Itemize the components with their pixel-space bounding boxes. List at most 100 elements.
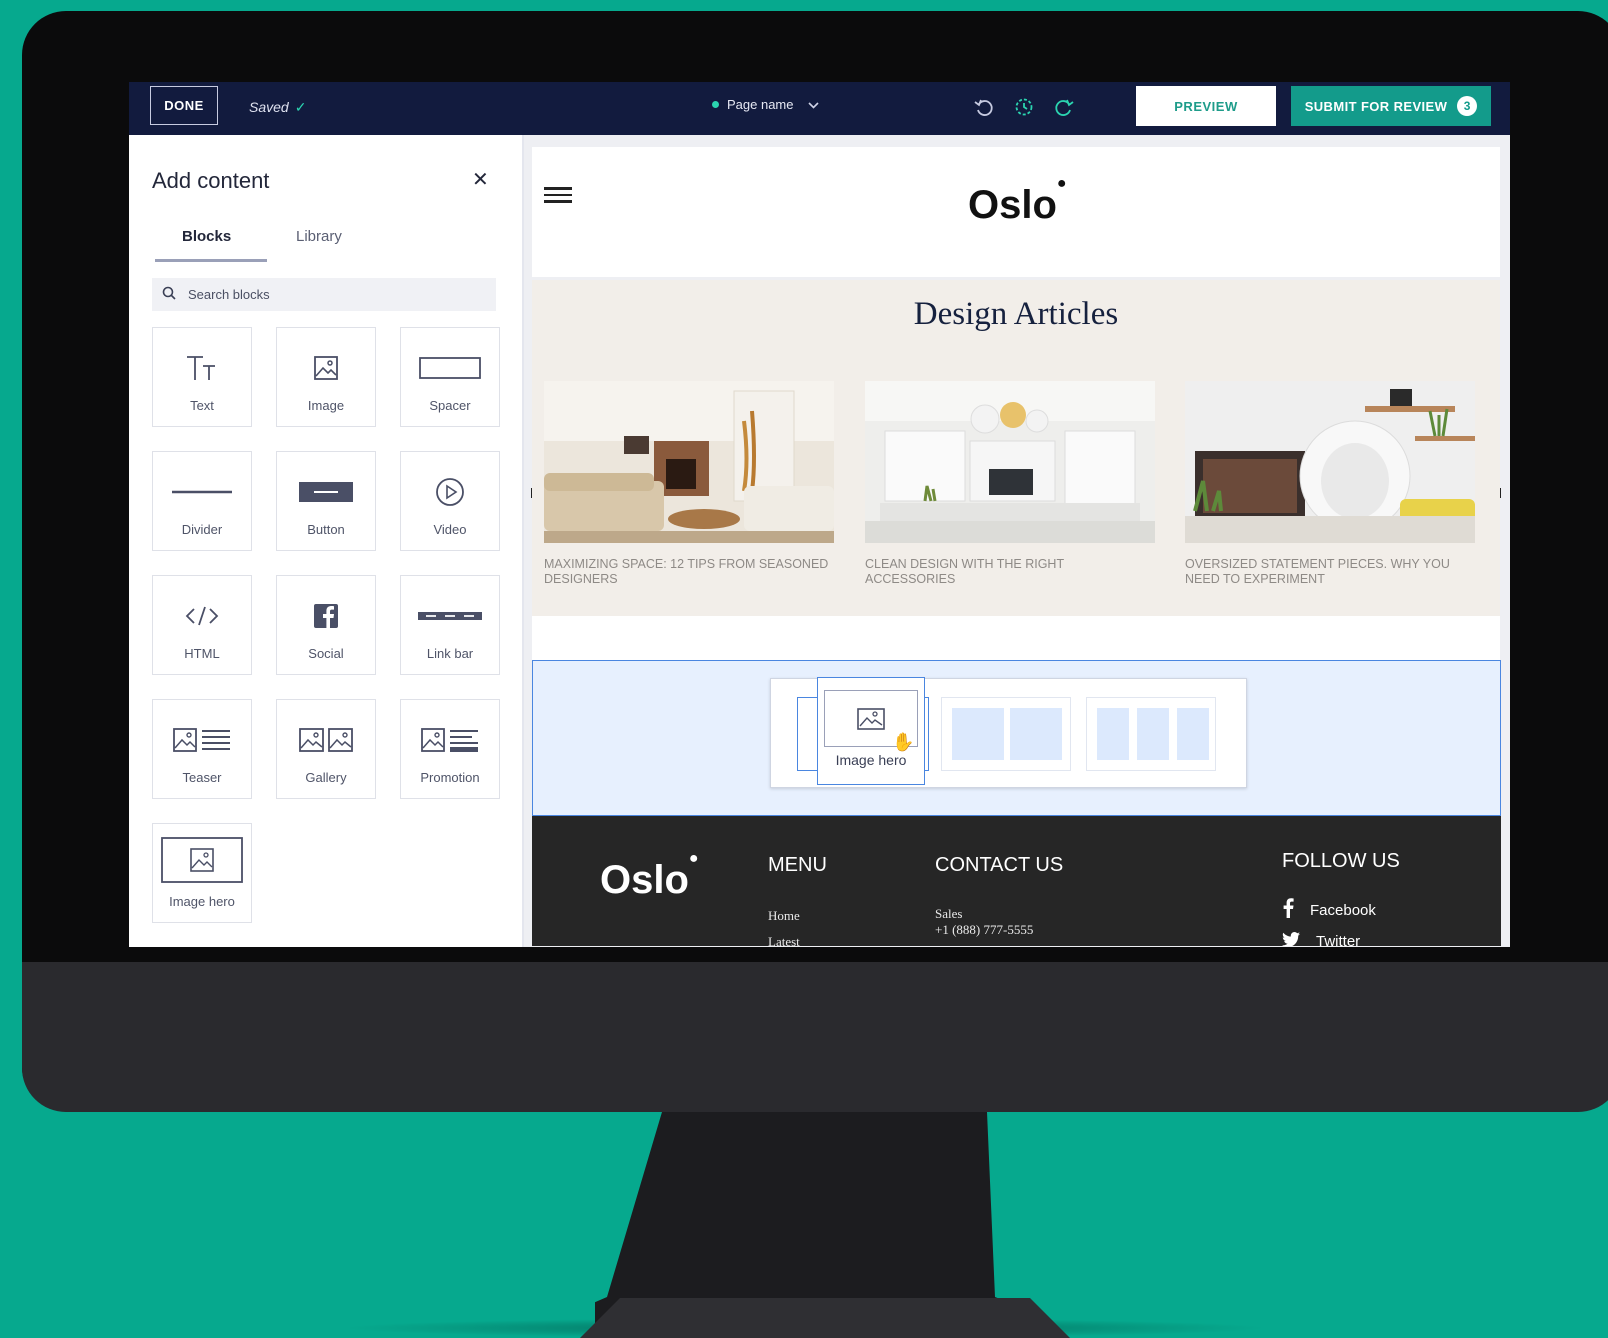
block-label: Image hero (169, 894, 235, 909)
block-tile-promotion[interactable]: Promotion (400, 699, 500, 799)
editor-toolbar: DONE Saved ✓ Page name PREVIEW SUBMIT FOR… (129, 82, 1510, 135)
divider-icon (153, 474, 251, 510)
image-hero-icon (153, 836, 251, 884)
block-tile-gallery[interactable]: Gallery (276, 699, 376, 799)
block-label: Teaser (182, 770, 222, 785)
footer-link-home[interactable]: Home (768, 908, 800, 924)
facebook-icon (1282, 898, 1294, 922)
footer-menu-title: MENU (768, 854, 827, 876)
search-bar (152, 278, 496, 311)
tab-library[interactable]: Library (296, 228, 342, 245)
promotion-icon (401, 722, 499, 758)
status-dot-icon (712, 101, 719, 108)
spacer-section (532, 616, 1500, 660)
articles-title: Design Articles (913, 296, 1119, 332)
footer-social-facebook[interactable]: Facebook (1282, 898, 1376, 922)
redo-icon[interactable] (1051, 94, 1077, 120)
check-icon: ✓ (294, 99, 307, 115)
code-icon (153, 598, 251, 634)
spacer-icon (401, 350, 499, 386)
block-tile-social[interactable]: Social (276, 575, 376, 675)
block-label: Divider (181, 522, 223, 537)
social-label: Twitter (1316, 933, 1361, 946)
drop-zone[interactable]: Image hero ✋ (532, 660, 1501, 816)
grab-cursor-icon: ✋ (892, 732, 915, 752)
footer-contact-label: Sales (935, 906, 963, 921)
layout-option-three-column[interactable] (1086, 697, 1216, 771)
active-tab-indicator (155, 259, 267, 262)
done-button[interactable]: DONE (150, 86, 218, 125)
search-icon (162, 286, 176, 304)
search-input[interactable] (188, 287, 468, 302)
chevron-down-icon (807, 98, 819, 112)
page-name-dropdown[interactable]: Page name (712, 97, 819, 112)
article-card[interactable]: MAXIMIZING SPACE: 12 TIPS FROM SEASONED … (544, 381, 834, 587)
article-image-living-room (544, 381, 834, 543)
block-tile-spacer[interactable]: Spacer (400, 327, 500, 427)
image-icon (277, 350, 375, 386)
footer-contact-title: CONTACT US (935, 854, 1064, 876)
facebook-icon (277, 598, 375, 634)
hamburger-menu-icon[interactable] (544, 187, 572, 207)
article-caption: CLEAN DESIGN WITH THE RIGHT ACCESSORIES (865, 557, 1064, 586)
block-label: HTML (184, 646, 220, 661)
site-logo: Oslo● (968, 174, 1067, 227)
block-tile-text[interactable]: Text (152, 327, 252, 427)
block-label: Promotion (420, 770, 480, 785)
tab-blocks[interactable]: Blocks (182, 228, 231, 245)
close-icon[interactable]: ✕ (472, 167, 489, 192)
monitor-chin (22, 962, 1608, 1112)
text-icon (153, 350, 251, 386)
monitor-base (580, 1298, 1070, 1338)
footer-contact-phone: +1 (888) 777-5555 (935, 922, 1034, 937)
screen-bottom-mask (129, 947, 1529, 962)
drag-label: Image hero (835, 752, 907, 768)
block-tile-html[interactable]: HTML (152, 575, 252, 675)
undo-icon[interactable] (971, 94, 997, 120)
footer-social-twitter[interactable]: Twitter (1282, 932, 1360, 946)
block-label: Button (307, 522, 345, 537)
save-status: Saved ✓ (249, 99, 306, 116)
dragging-image-hero[interactable]: Image hero ✋ (817, 677, 925, 785)
preview-button[interactable]: PREVIEW (1136, 86, 1276, 126)
block-tile-button[interactable]: Button (276, 451, 376, 551)
social-label: Facebook (1310, 901, 1376, 919)
link-bar-icon (401, 598, 499, 634)
review-count-badge: 3 (1457, 96, 1478, 116)
submit-label: SUBMIT FOR REVIEW (1304, 98, 1448, 114)
block-label: Text (190, 398, 214, 413)
article-card[interactable]: CLEAN DESIGN WITH THE RIGHT ACCESSORIES (865, 381, 1155, 587)
history-icon[interactable] (1011, 94, 1037, 120)
site-header[interactable]: Oslo● (532, 147, 1500, 277)
block-tile-image[interactable]: Image (276, 327, 376, 427)
layout-option-two-column[interactable] (941, 697, 1071, 771)
article-card[interactable]: OVERSIZED STATEMENT PIECES. WHY YOU NEED… (1185, 381, 1475, 587)
button-icon (277, 474, 375, 510)
footer-logo: Oslo● (600, 849, 699, 902)
footer-link-latest[interactable]: Latest (768, 934, 800, 946)
site-footer[interactable]: Oslo● MENU Home Latest CONTACT US Sales … (532, 816, 1501, 946)
block-tile-link-bar[interactable]: Link bar (400, 575, 500, 675)
twitter-icon (1282, 932, 1300, 946)
block-tile-divider[interactable]: Divider (152, 451, 252, 551)
panel-title: Add content (152, 168, 270, 193)
submit-for-review-button[interactable]: SUBMIT FOR REVIEW 3 (1291, 86, 1491, 126)
footer-follow-title: FOLLOW US (1282, 850, 1400, 872)
block-label: Gallery (305, 770, 347, 785)
teaser-icon (153, 722, 251, 758)
save-status-label: Saved (249, 99, 289, 115)
layout-picker: Image hero ✋ (770, 677, 1247, 788)
block-label: Spacer (429, 398, 471, 413)
article-image-white-interior (865, 381, 1155, 543)
gallery-icon (277, 722, 375, 758)
block-tile-video[interactable]: Video (400, 451, 500, 551)
block-tile-image-hero[interactable]: Image hero (152, 823, 252, 923)
block-label: Link bar (426, 646, 474, 661)
article-image-statement-pieces (1185, 381, 1475, 543)
block-label: Image (307, 398, 345, 413)
block-label: Social (308, 646, 344, 661)
block-tile-teaser[interactable]: Teaser (152, 699, 252, 799)
block-label: Video (433, 522, 467, 537)
articles-section[interactable]: Design Articles MAXIMIZING SPACE: 12 TIP… (532, 280, 1500, 616)
article-caption: MAXIMIZING SPACE: 12 TIPS FROM SEASONED … (544, 557, 829, 586)
